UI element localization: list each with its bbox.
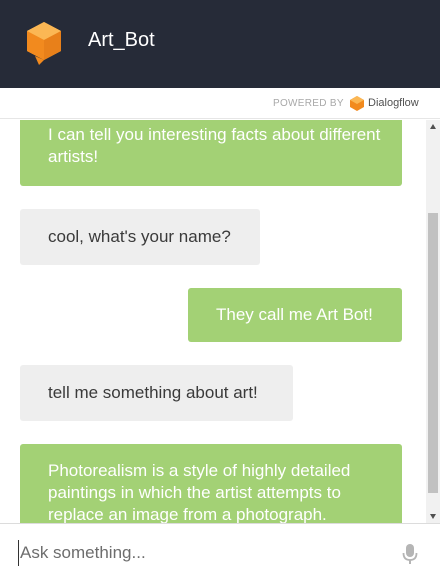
dialogflow-brand: Dialogflow xyxy=(368,97,419,109)
scroll-up-arrow-icon[interactable] xyxy=(426,120,440,134)
bot-message: I can tell you interesting facts about d… xyxy=(20,120,402,186)
bot-message: They call me Art Bot! xyxy=(188,288,402,342)
microphone-icon[interactable] xyxy=(402,543,418,565)
powered-by-bar: POWERED BY Dialogflow xyxy=(0,88,440,119)
chat-scrollbar[interactable] xyxy=(426,120,440,523)
scroll-down-arrow-icon[interactable] xyxy=(426,509,440,523)
app-title: Art_Bot xyxy=(88,29,155,51)
powered-by-label: POWERED BY xyxy=(273,98,344,109)
input-bar xyxy=(0,523,440,583)
chat-header: Art_Bot xyxy=(0,0,440,88)
user-message: cool, what's your name? xyxy=(20,209,260,265)
dialogflow-logo-icon xyxy=(350,96,364,111)
dialogflow-cube-icon xyxy=(27,22,61,65)
ask-input[interactable] xyxy=(18,540,378,566)
user-message: tell me something about art! xyxy=(20,365,293,421)
chat-messages[interactable]: I can tell you interesting facts about d… xyxy=(0,120,426,523)
scroll-thumb[interactable] xyxy=(428,213,438,493)
bot-message: Photorealism is a style of highly detail… xyxy=(20,444,402,523)
